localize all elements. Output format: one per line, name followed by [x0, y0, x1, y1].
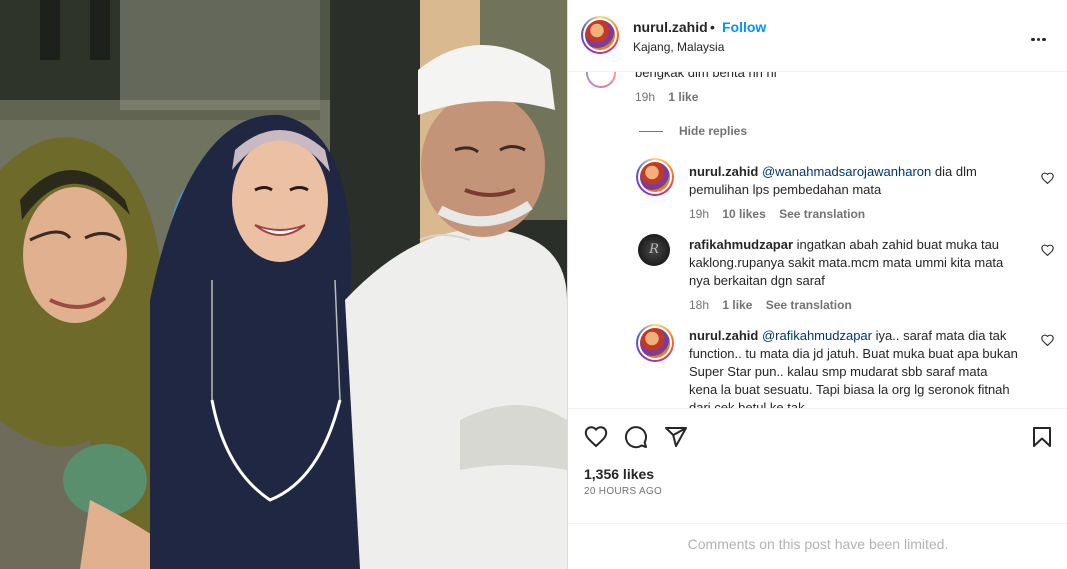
share-icon[interactable] — [664, 425, 688, 449]
photo-illustration — [0, 0, 567, 569]
comment-icon[interactable] — [624, 425, 648, 449]
comment-username[interactable]: nurul.zahid — [689, 328, 758, 343]
comment-username[interactable]: nurul.zahid — [689, 164, 758, 179]
comment-text: bengkak dlm berita hh hi — [635, 72, 777, 80]
comment-time[interactable]: 18h — [689, 298, 709, 312]
heart-icon[interactable] — [1041, 334, 1054, 346]
comments-limited-notice: Comments on this post have been limited. — [568, 523, 1067, 569]
divider-line — [639, 131, 663, 133]
follow-button[interactable]: Follow — [722, 19, 766, 35]
more-options-icon[interactable] — [1031, 28, 1049, 44]
comment-likes[interactable]: 1 like — [668, 90, 698, 104]
post-location[interactable]: Kajang, Malaysia — [633, 40, 724, 54]
commenter-avatar[interactable] — [636, 324, 674, 362]
commenter-avatar[interactable] — [636, 158, 674, 196]
comment-meta: 19h 1 like — [635, 90, 708, 104]
heart-icon[interactable] — [584, 425, 608, 449]
author-username[interactable]: nurul.zahid — [633, 19, 708, 35]
see-translation-link[interactable]: See translation — [766, 298, 852, 312]
bookmark-icon[interactable] — [1030, 425, 1054, 449]
post-detail-panel: nurul.zahid • Follow Kajang, Malaysia be… — [567, 0, 1067, 569]
comment-likes[interactable]: 10 likes — [722, 207, 765, 221]
comment-body: rafikahmudzapar ingatkan abah zahid buat… — [689, 236, 1019, 290]
comment-body: nurul.zahid @rafikahmudzapar iya.. saraf… — [689, 327, 1019, 408]
author-avatar[interactable] — [581, 16, 619, 54]
post-header: nurul.zahid • Follow Kajang, Malaysia — [568, 0, 1067, 72]
comment-time[interactable]: 19h — [635, 90, 655, 104]
comment-body: nurul.zahid @wanahmadsarojawanharon dia … — [689, 163, 1019, 199]
comment-meta: 19h 10 likes See translation — [689, 207, 875, 221]
comment-mention[interactable]: @rafikahmudzapar — [762, 328, 872, 343]
comment-likes[interactable]: 1 like — [722, 298, 752, 312]
post-actions: 1,356 likes 20 HOURS AGO — [568, 408, 1067, 523]
comments-list[interactable]: bengkak dlm berita hh hi 19h 1 like Hide… — [568, 72, 1067, 408]
post-timestamp[interactable]: 20 HOURS AGO — [584, 486, 662, 497]
comment-mention[interactable]: @wanahmadsarojawanharon — [762, 164, 931, 179]
separator-dot: • — [710, 19, 715, 35]
commenter-avatar[interactable]: R — [638, 234, 670, 266]
hide-replies-button[interactable]: Hide replies — [639, 124, 747, 138]
post-photo[interactable] — [0, 0, 567, 569]
see-translation-link[interactable]: See translation — [779, 207, 865, 221]
comment-time[interactable]: 19h — [689, 207, 709, 221]
hide-replies-label: Hide replies — [679, 124, 748, 138]
commenter-avatar[interactable] — [586, 72, 616, 88]
comment-username[interactable]: rafikahmudzapar — [689, 237, 793, 252]
heart-icon[interactable] — [1041, 244, 1054, 256]
heart-icon[interactable] — [1041, 172, 1054, 184]
likes-count[interactable]: 1,356 likes — [584, 466, 654, 482]
comment-meta: 18h 1 like See translation — [689, 298, 862, 312]
